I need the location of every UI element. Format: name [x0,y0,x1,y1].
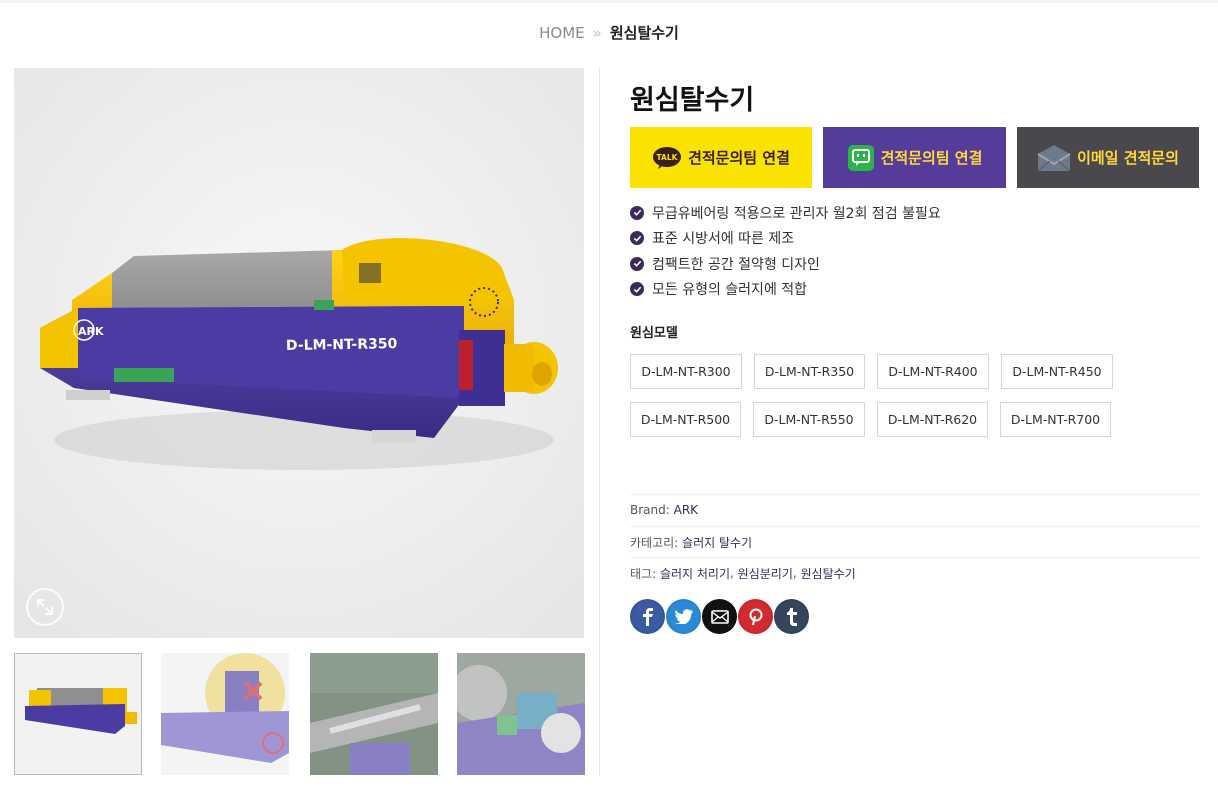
pinterest-icon[interactable] [738,599,773,634]
thumbnail-4[interactable] [457,653,585,775]
column-divider [599,68,600,776]
tag-link[interactable]: 슬러지 처리기 [660,565,730,582]
breadcrumb: HOME » 원심탈수기 [0,22,1218,43]
model-option-r350[interactable]: D-LM-NT-R350 [754,354,865,389]
svg-text:TALK: TALK [657,153,679,162]
brand-row: Brand: ARK [630,494,1199,525]
model-option-r620[interactable]: D-LM-NT-R620 [877,402,988,437]
tags-label: 태그: [630,566,657,581]
kakaotalk-icon: TALK [653,146,682,169]
thumbnail-3[interactable] [310,653,438,775]
breadcrumb-current: 원심탈수기 [609,24,679,42]
breadcrumb-separator: » [592,24,602,42]
feature-item: 무급유베어링 적용으로 관리자 월2회 점검 불필요 [630,200,941,226]
tags-row: 태그: 슬러지 처리기, 원심분리기, 원심탈수기 [630,557,1199,588]
category-label: 카테고리: [630,535,679,550]
model-option-r450[interactable]: D-LM-NT-R450 [1001,354,1113,389]
model-option-r400[interactable]: D-LM-NT-R400 [877,354,989,389]
brand-label: Brand: [630,503,670,517]
email-contact-button[interactable]: 이메일 견적문의 [1017,127,1199,188]
thumbnail-2[interactable] [161,653,289,775]
twitter-icon[interactable] [666,599,701,634]
email-share-icon[interactable] [702,599,737,634]
expand-icon [37,599,53,615]
chat-bubble-icon [847,144,874,171]
feature-text: 표준 시방서에 따른 제조 [652,231,795,248]
model-option-r550[interactable]: D-LM-NT-R550 [753,402,865,437]
model-option-r500[interactable]: D-LM-NT-R500 [630,402,741,437]
kakao-contact-label: 견적문의팀 연결 [688,149,790,167]
breadcrumb-home-link[interactable]: HOME [539,24,585,42]
category-link[interactable]: 슬러지 탈수기 [682,534,752,551]
talk-contact-label: 견적문의팀 연결 [880,149,983,167]
svg-text:ARK: ARK [78,325,104,338]
category-row: 카테고리: 슬러지 탈수기 [630,526,1199,557]
feature-text: 무급유베어링 적용으로 관리자 월2회 점검 불필요 [652,205,941,222]
zoom-button[interactable] [26,588,64,626]
model-option-r300[interactable]: D-LM-NT-R300 [630,354,742,389]
envelope-icon [1037,144,1071,172]
check-circle-icon [630,205,644,220]
brand-link[interactable]: ARK [674,503,698,517]
svg-text:D-LM-NT-R350: D-LM-NT-R350 [286,336,398,354]
feature-item: 모든 유형의 슬러지에 적합 [630,277,941,303]
tag-link[interactable]: 원심분리기 [738,565,793,582]
facebook-icon[interactable] [630,599,665,634]
feature-item: 표준 시방서에 따른 제조 [630,226,941,252]
feature-text: 모든 유형의 슬러지에 적합 [652,282,808,299]
thumbnail-1[interactable] [14,653,142,775]
centrifuge-image: ARK D-LM-NT-R350 [14,68,584,638]
check-circle-icon [630,282,644,297]
product-main-image[interactable]: ARK D-LM-NT-R350 [14,68,584,638]
thumbnail-strip [14,653,586,775]
email-contact-label: 이메일 견적문의 [1077,149,1179,167]
tag-link[interactable]: 원심탈수기 [801,565,856,582]
feature-item: 컴팩트한 공간 절약형 디자인 [630,251,941,277]
check-circle-icon [630,231,644,246]
check-circle-icon [630,256,644,271]
product-title: 원심탈수기 [630,85,755,116]
social-share [630,599,810,634]
top-border [0,0,1218,3]
tumblr-icon[interactable] [774,599,809,634]
feature-text: 컴팩트한 공간 절약형 디자인 [652,256,820,273]
talk-contact-button[interactable]: 견적문의팀 연결 [823,127,1006,188]
model-option-r700[interactable]: D-LM-NT-R700 [1000,402,1111,437]
model-selector-label: 원심모델 [630,326,678,341]
feature-list: 무급유베어링 적용으로 관리자 월2회 점검 불필요 표준 시방서에 따른 제조… [630,200,941,302]
kakao-contact-button[interactable]: TALK 견적문의팀 연결 [630,127,812,188]
